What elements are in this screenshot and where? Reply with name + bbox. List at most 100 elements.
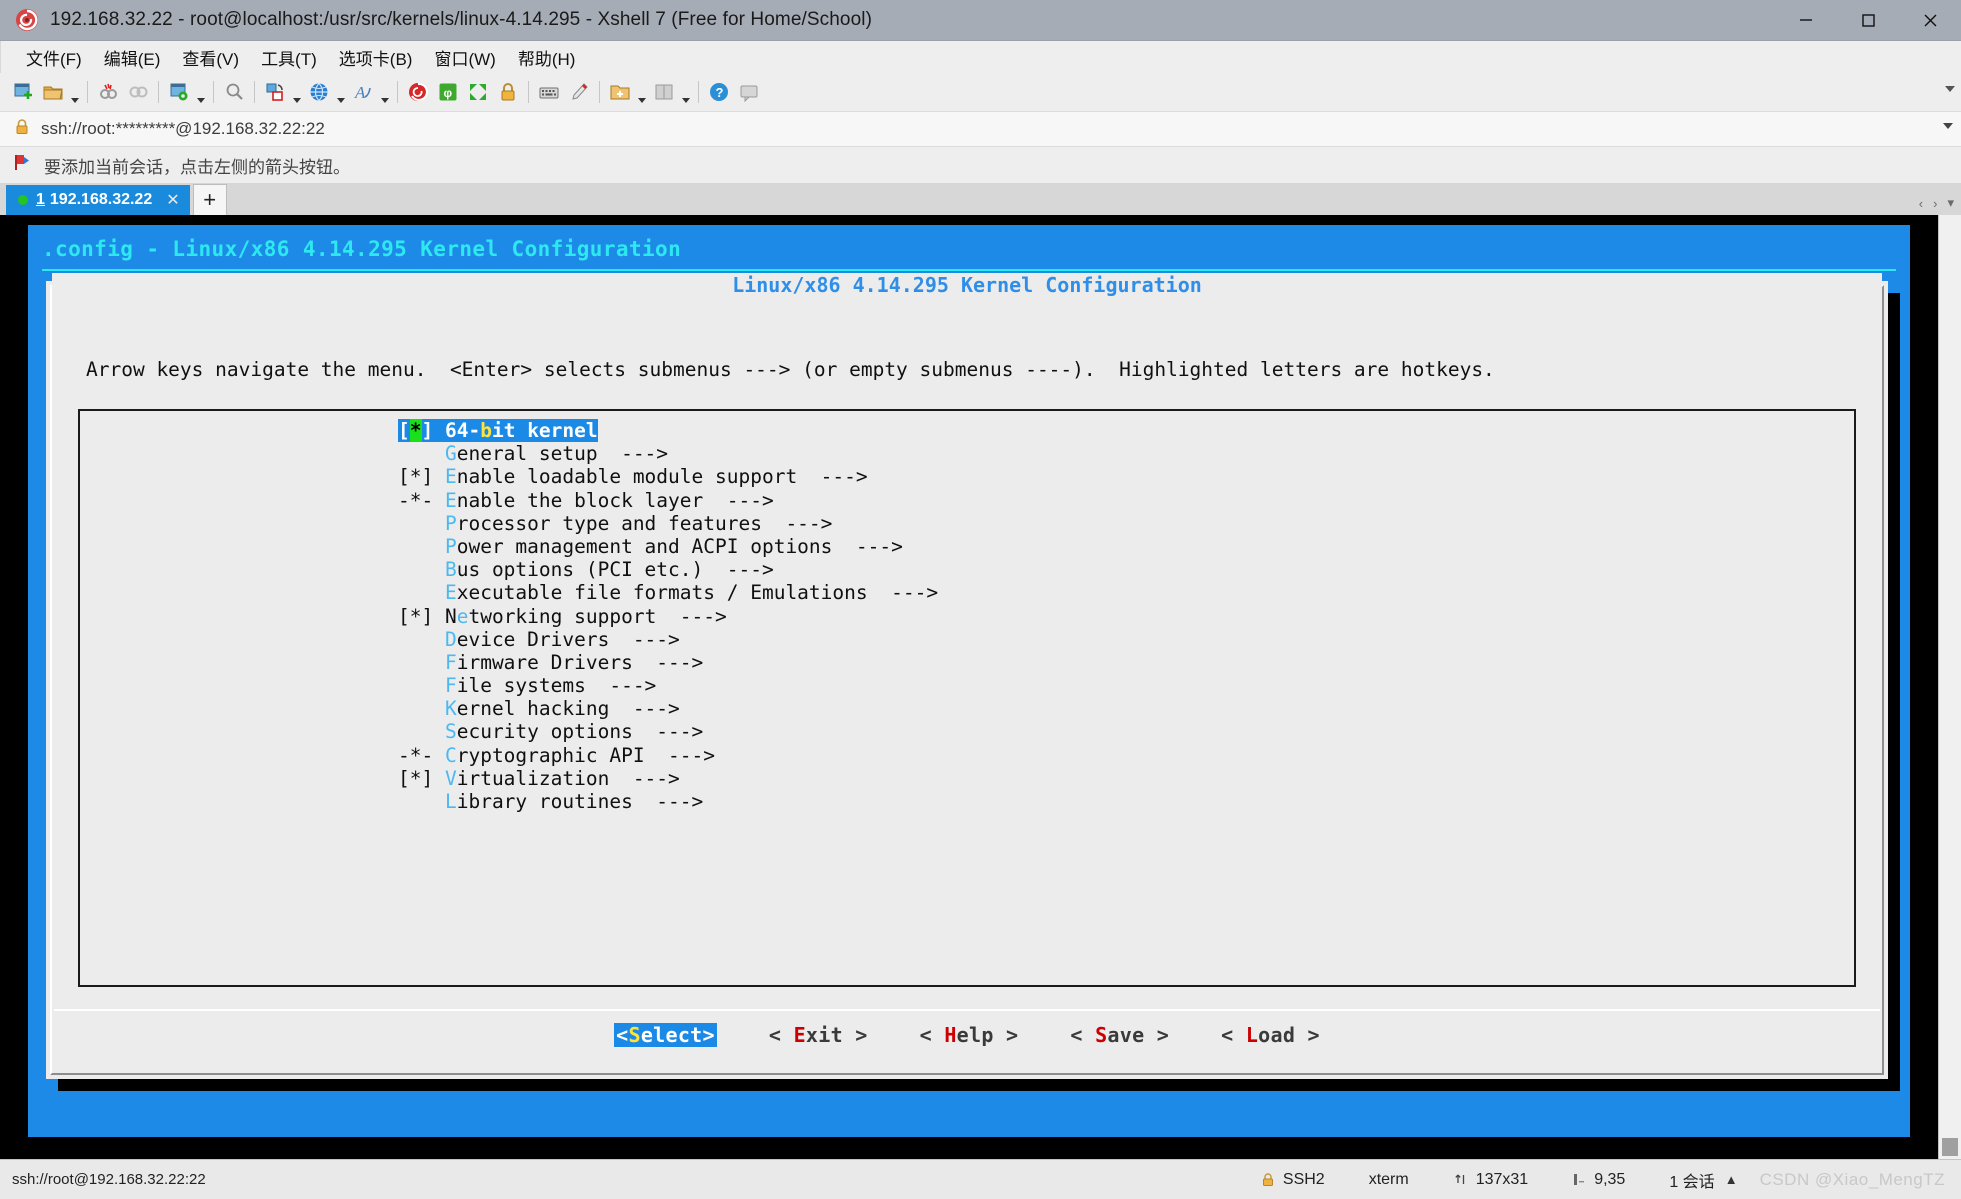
lock-icon[interactable] (493, 77, 523, 107)
tab-scroll-right-icon[interactable]: › (1930, 196, 1940, 211)
menu-file[interactable]: 文件(F) (15, 42, 93, 73)
address-bar[interactable]: ssh://root:*********@192.168.32.22:22 (0, 111, 1961, 147)
new-tab-button[interactable]: + (192, 184, 227, 215)
menu-tools[interactable]: 工具(T) (250, 42, 328, 73)
menu-item[interactable]: [*] Virtualization ---> (80, 767, 1854, 790)
scrollbar-thumb[interactable] (1942, 1138, 1958, 1156)
tab-list-icon[interactable]: ▾ (1944, 195, 1957, 211)
menu-tab[interactable]: 选项卡(B) (328, 42, 424, 73)
highlight-pen-icon[interactable] (564, 77, 594, 107)
menu-item-hotkey: P (444, 511, 457, 535)
browser-caret-icon[interactable] (334, 73, 348, 112)
button-separator (54, 1009, 1880, 1011)
menu-list-box[interactable]: [*] 64-bit kernel General setup ---> [*] … (78, 409, 1856, 987)
menu-item-hotkey: B (444, 558, 457, 582)
menu-item-label: rocessor type and features ---> (456, 511, 833, 535)
status-security[interactable]: SSH2 (1239, 1171, 1347, 1189)
find-icon[interactable] (219, 77, 249, 107)
toolbar-overflow-icon[interactable] (1945, 86, 1955, 92)
folder-plus-icon[interactable] (605, 77, 635, 107)
menu-view[interactable]: 查看(V) (171, 42, 250, 73)
save-button[interactable]: < Save > (1070, 1023, 1169, 1047)
notice-bar: 要添加当前会话，点击左侧的箭头按钮。 (0, 147, 1961, 183)
menu-item[interactable]: Bus options (PCI etc.) ---> (80, 558, 1854, 581)
menu-item-mark (398, 790, 445, 813)
menu-item[interactable]: General setup ---> (80, 442, 1854, 465)
open-folder-caret-icon[interactable] (68, 73, 82, 112)
terminal-scrollbar[interactable] (1938, 215, 1961, 1159)
session-properties-caret-icon[interactable] (194, 73, 208, 112)
menu-item-label: nable loadable module support ---> (456, 465, 868, 489)
menuconfig-dialog: Linux/x86 4.14.295 Kernel Configuration … (46, 273, 1888, 1079)
lock-icon (14, 118, 30, 140)
disconnect-icon[interactable] (93, 77, 123, 107)
help-button[interactable]: < Help > (920, 1023, 1019, 1047)
menu-help[interactable]: 帮助(H) (507, 42, 587, 73)
help-question-icon[interactable]: ? (704, 77, 734, 107)
folder-plus-caret-icon[interactable] (635, 73, 649, 112)
menu-item[interactable]: [*] Networking support ---> (80, 605, 1854, 628)
tab-close-icon[interactable]: ✕ (166, 190, 179, 210)
menu-item[interactable]: Device Drivers ---> (80, 628, 1854, 651)
connect-icon[interactable] (123, 77, 153, 107)
transfer-icon[interactable] (260, 77, 290, 107)
maximize-button[interactable] (1837, 0, 1899, 40)
menu-window[interactable]: 窗口(W) (423, 42, 506, 73)
menu-edit[interactable]: 编辑(E) (93, 42, 172, 73)
menu-bar: 文件(F) 编辑(E) 查看(V) 工具(T) 选项卡(B) 窗口(W) 帮助(… (0, 41, 1961, 73)
menu-item[interactable]: File systems ---> (80, 674, 1854, 697)
menu-item-mark (398, 558, 445, 581)
address-input[interactable]: ssh://root:*********@192.168.32.22:22 (41, 119, 325, 139)
menu-item[interactable]: [*] Enable loadable module support ---> (80, 465, 1854, 488)
menu-item-label: ryptographic API ---> (456, 743, 715, 767)
menu-item[interactable]: [*] 64-bit kernel (80, 419, 1854, 442)
xftp-icon[interactable]: φ (433, 77, 463, 107)
menu-item[interactable]: Kernel hacking ---> (80, 697, 1854, 720)
menu-item[interactable]: Security options ---> (80, 720, 1854, 743)
font-caret-icon[interactable] (378, 73, 392, 112)
toolbar-separator (213, 81, 214, 103)
close-button[interactable] (1899, 0, 1961, 40)
fullscreen-icon[interactable] (463, 77, 493, 107)
menu-item[interactable]: Firmware Drivers ---> (80, 651, 1854, 674)
menu-item[interactable]: Executable file formats / Emulations ---… (80, 581, 1854, 604)
transfer-caret-icon[interactable] (290, 73, 304, 112)
menu-list[interactable]: [*] 64-bit kernel General setup ---> [*] … (80, 419, 1854, 813)
exit-button[interactable]: < Exit > (769, 1023, 868, 1047)
font-icon[interactable]: A (348, 77, 378, 107)
menu-item[interactable]: -*- Enable the block layer ---> (80, 489, 1854, 512)
split-view-caret-icon[interactable] (679, 73, 693, 112)
menu-item[interactable]: Library routines ---> (80, 790, 1854, 813)
chevron-up-icon[interactable]: ▲ (1725, 1172, 1738, 1187)
minimize-button[interactable] (1775, 0, 1837, 40)
menu-item[interactable]: -*- Cryptographic API ---> (80, 744, 1854, 767)
status-bar: ssh://root@192.168.32.22:22 SSH2 xterm 1… (0, 1159, 1961, 1199)
status-cursor[interactable]: 9,35 (1550, 1171, 1647, 1189)
status-connection: ssh://root@192.168.32.22:22 (12, 1171, 206, 1188)
xshell-icon[interactable] (403, 77, 433, 107)
terminal-canvas[interactable]: .config - Linux/x86 4.14.295 Kernel Conf… (0, 215, 1938, 1159)
help-line-1: Arrow keys navigate the menu. <Enter> se… (86, 358, 1495, 381)
menu-item-label: tworking support ---> (468, 604, 727, 628)
notice-text: 要添加当前会话，点击左侧的箭头按钮。 (44, 157, 350, 177)
status-sessions[interactable]: 1 会话 ▲ (1647, 1168, 1759, 1192)
terminal-area[interactable]: .config - Linux/x86 4.14.295 Kernel Conf… (0, 215, 1961, 1159)
status-size-label: 137x31 (1475, 1170, 1529, 1188)
session-properties-icon[interactable] (164, 77, 194, 107)
menu-item[interactable]: Power management and ACPI options ---> (80, 535, 1854, 558)
new-session-icon[interactable] (8, 77, 38, 107)
split-view-icon[interactable] (649, 77, 679, 107)
tab-scroll-left-icon[interactable]: ‹ (1916, 196, 1926, 211)
keyboard-icon[interactable] (534, 77, 564, 107)
browser-icon[interactable] (304, 77, 334, 107)
open-folder-icon[interactable] (38, 77, 68, 107)
status-size[interactable]: 137x31 (1431, 1171, 1551, 1189)
load-button[interactable]: < Load > (1221, 1023, 1320, 1047)
select-button[interactable]: <Select> (614, 1023, 717, 1047)
chevron-down-icon[interactable] (1943, 123, 1953, 129)
speech-bubble-icon[interactable] (734, 77, 764, 107)
menu-item[interactable]: Processor type and features ---> (80, 512, 1854, 535)
menu-item-label: evice Drivers ---> (456, 627, 680, 651)
tab-session-1[interactable]: 1 192.168.32.22 ✕ (6, 185, 190, 215)
status-term-type[interactable]: xterm (1347, 1171, 1431, 1189)
